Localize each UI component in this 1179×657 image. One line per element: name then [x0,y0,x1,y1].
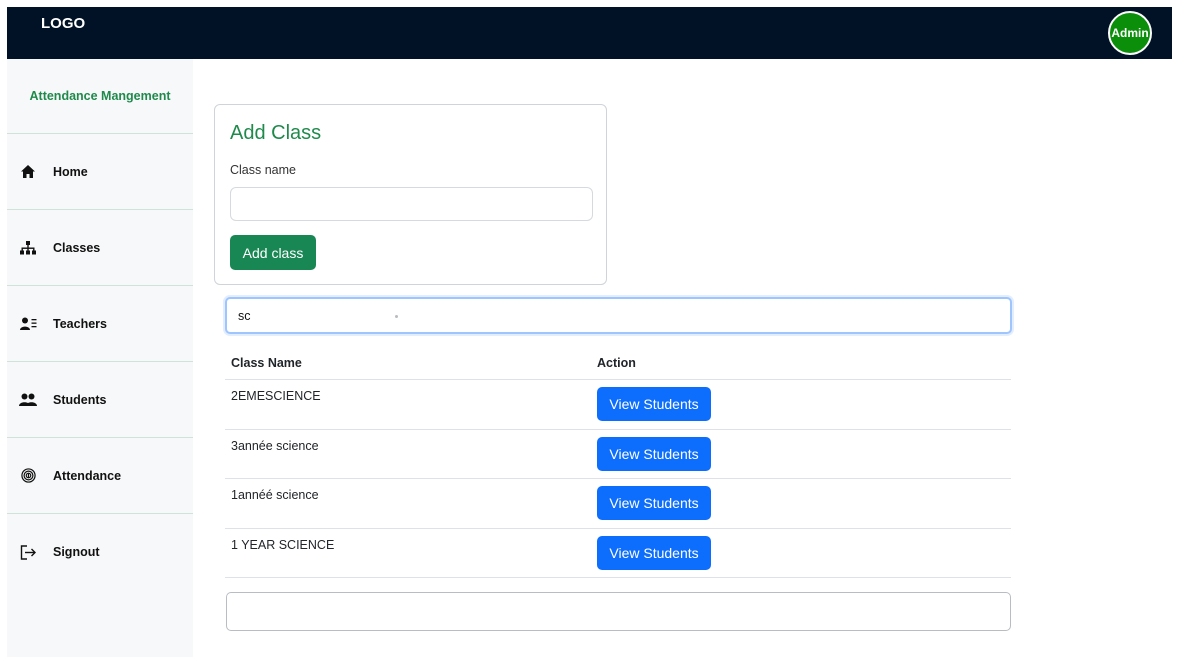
class-name-cell: 3année science [231,438,319,453]
teacher-list-icon [19,315,37,333]
table-row: 2EMESCIENCE View Students [225,380,1011,430]
sidebar-item-signout[interactable]: Signout [7,514,193,590]
sidebar-item-label: Signout [53,545,100,559]
view-students-button[interactable]: View Students [597,486,711,520]
sidebar-item-teachers[interactable]: Teachers [7,286,193,362]
sidebar: Attendance Mangement Home Classes Teache… [7,59,193,657]
logo: LOGO [41,15,86,32]
search-input[interactable]: sc [225,297,1012,334]
add-class-button[interactable]: Add class [230,235,316,270]
class-name-label: Class name [230,163,296,177]
home-icon [19,163,37,181]
sitemap-icon [19,239,37,257]
view-students-button[interactable]: View Students [597,436,711,471]
signout-icon [19,543,37,561]
view-students-button[interactable]: View Students [597,535,711,570]
column-header-action: Action [597,355,636,370]
view-students-button[interactable]: View Students [597,387,711,421]
search-value: sc [238,309,251,323]
add-class-card: Add Class Class name Add class [214,104,607,285]
sidebar-item-label: Attendance [53,468,122,483]
table-row: 1annéé science View Students [225,479,1011,529]
fingerprint-icon [19,467,37,485]
class-name-input[interactable] [230,187,593,221]
card-title: Add Class [230,122,322,144]
sidebar-item-students[interactable]: Students [7,362,193,438]
table-row: 1 YEAR SCIENCE View Students [225,529,1011,578]
sidebar-item-label: Teachers [53,316,107,331]
sidebar-item-home[interactable]: Home [7,134,193,210]
class-name-cell: 2EMESCIENCE [231,389,321,403]
column-header-class-name: Class Name [231,355,302,370]
sidebar-item-label: Students [53,392,107,407]
sidebar-title: Attendance Mangement [7,59,193,134]
cursor-dot [395,315,398,318]
class-name-cell: 1annéé science [231,488,319,502]
table-header: Class Name Action [225,346,1011,380]
admin-avatar[interactable]: Admin [1108,11,1152,55]
sidebar-item-attendance[interactable]: Attendance [7,438,193,514]
classes-table: Class Name Action 2EMESCIENCE View Stude… [225,346,1011,578]
sidebar-item-classes[interactable]: Classes [7,210,193,286]
users-icon [19,391,37,409]
bottom-input[interactable] [226,592,1011,631]
sidebar-item-label: Classes [53,240,101,255]
class-name-cell: 1 YEAR SCIENCE [231,537,335,552]
top-navbar: LOGO Admin [7,7,1172,59]
sidebar-item-label: Home [53,164,88,179]
table-row: 3année science View Students [225,430,1011,479]
